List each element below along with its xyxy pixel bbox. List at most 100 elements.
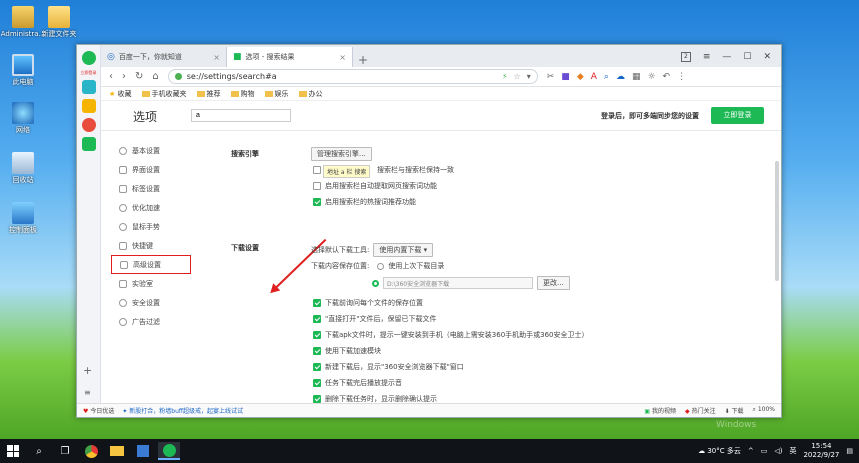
menu-item-interface[interactable]: 界面设置	[111, 160, 191, 179]
checkbox-checked[interactable]	[313, 363, 321, 371]
undo-icon[interactable]: ↶	[663, 72, 671, 82]
desktop-icon-network[interactable]: 网络	[0, 102, 46, 135]
scissors-icon[interactable]: ✂	[547, 72, 555, 82]
start-button[interactable]	[2, 442, 24, 460]
change-path-button[interactable]: 更改...	[537, 276, 570, 290]
download-option-5[interactable]: 任务下载完后播放提示音	[313, 378, 402, 388]
bookmark-shopping[interactable]: 购物	[230, 89, 255, 99]
checkbox-checked[interactable]	[313, 198, 321, 206]
status-hot[interactable]: ◆ 热门关注	[685, 406, 716, 415]
download-option-2[interactable]: 下载apk文件时，提示一键安装到手机（电脑上需安装360手机助手或360安全卫士…	[313, 330, 589, 340]
taskbar-search[interactable]: ⌕	[28, 442, 50, 460]
back-icon[interactable]: ‹	[109, 71, 113, 82]
checkbox-checked[interactable]	[313, 299, 321, 307]
menu-icon[interactable]: ≡	[703, 52, 711, 62]
maximize-icon[interactable]: ☐	[743, 52, 751, 62]
cloud-icon[interactable]: ☁	[616, 72, 625, 82]
search-option-extract[interactable]: 启用搜索栏自动提取网页搜索词功能	[313, 181, 437, 191]
checkbox-checked[interactable]	[313, 331, 321, 339]
menu-item-basic[interactable]: 基本设置	[111, 141, 191, 160]
desktop-icon-recycle-bin[interactable]: 回收站	[0, 152, 46, 185]
tab-baidu[interactable]: ◎ 百度一下，你就知道 ×	[101, 47, 227, 67]
sidebar-app-icon[interactable]	[81, 80, 96, 94]
checkbox[interactable]	[313, 166, 321, 174]
apps-grid-icon[interactable]: ▦	[632, 72, 641, 82]
tab-count-badge[interactable]: 2	[681, 52, 691, 62]
new-tab-button[interactable]: +	[353, 53, 373, 67]
sidebar-green-icon[interactable]	[81, 137, 96, 151]
download-option-1[interactable]: "直接打开"文件后，保留已下载文件	[313, 314, 436, 324]
menu-item-lab[interactable]: 实验室	[111, 274, 191, 293]
download-option-0[interactable]: 下载前询问每个文件的保存位置	[313, 298, 423, 308]
dropdown-icon[interactable]: ▾	[527, 72, 531, 81]
star-icon[interactable]	[81, 99, 96, 113]
taskbar-chrome[interactable]	[80, 442, 102, 460]
url-field[interactable]: se://settings/search#a ⚡ ☆ ▾	[167, 69, 538, 84]
radio-last-dir[interactable]	[377, 262, 385, 270]
checkbox-checked[interactable]	[313, 395, 321, 403]
tab-settings-search[interactable]: ■ 选项 - 搜索结果 ×	[227, 47, 353, 67]
menu-item-adblock[interactable]: 广告过滤	[111, 312, 191, 331]
radio-custom-path[interactable]	[372, 279, 379, 287]
checkbox-checked[interactable]	[313, 315, 321, 323]
download-path-field[interactable]: D:\360安全浏览器下载	[383, 277, 533, 289]
menu-item-security[interactable]: 安全设置	[111, 293, 191, 312]
settings-search-input[interactable]	[191, 109, 291, 122]
sidebar-login-label[interactable]: 立即登录	[77, 70, 100, 75]
menu-item-gestures[interactable]: 鼠标手势	[111, 217, 191, 236]
search-icon[interactable]: ⌕	[604, 72, 609, 82]
bookmark-favorites[interactable]: ★ 收藏	[109, 89, 132, 99]
taskbar-explorer[interactable]	[106, 442, 128, 460]
reload-icon[interactable]: ↻	[135, 71, 143, 82]
login-button[interactable]: 立即登录	[711, 107, 764, 124]
sidebar-add-icon[interactable]: +	[83, 364, 92, 377]
translate-icon[interactable]: A	[591, 72, 597, 82]
shield-icon[interactable]: ◆	[577, 72, 584, 82]
menu-item-shortcuts[interactable]: 快捷键	[111, 236, 191, 255]
home-icon[interactable]: ⌂	[152, 71, 158, 82]
tab-close-icon[interactable]: ×	[213, 53, 220, 62]
close-window-icon[interactable]: ✕	[763, 52, 771, 62]
browser-logo-icon[interactable]	[81, 51, 96, 65]
status-download[interactable]: ⬇ 下载	[725, 406, 744, 415]
checkbox-checked[interactable]	[313, 347, 321, 355]
status-today[interactable]: ♥ 今日优选	[83, 406, 114, 415]
taskbar-360-browser[interactable]	[158, 442, 180, 460]
desktop-icon-this-pc[interactable]: 此电脑	[0, 54, 46, 87]
status-my-videos[interactable]: ▣ 我的视频	[644, 406, 676, 415]
forward-icon[interactable]: ›	[122, 71, 126, 82]
menu-item-tabs[interactable]: 标签设置	[111, 179, 191, 198]
minimize-icon[interactable]: —	[722, 52, 731, 62]
menu-item-optimize[interactable]: 优化加速	[111, 198, 191, 217]
task-view-button[interactable]: ❐	[54, 442, 76, 460]
bookmark-mobile[interactable]: 手机收藏夹	[141, 89, 187, 99]
tray-chevron-icon[interactable]: ^	[748, 447, 754, 455]
lightning-icon[interactable]: ⚡	[502, 72, 508, 81]
bookmark-entertainment[interactable]: 娱乐	[264, 89, 289, 99]
status-news[interactable]: ✦ 新股打合，粉墙buff超级戒，起宴上线试试	[122, 406, 243, 415]
notification-icon[interactable]: ▤	[846, 447, 853, 455]
bookmark-office[interactable]: 办公	[298, 89, 323, 99]
extension-icon[interactable]: ■	[561, 72, 570, 82]
network-icon[interactable]: ▭	[761, 447, 768, 455]
tab-close-icon[interactable]: ×	[339, 53, 346, 62]
clock[interactable]: 15:54 2022/9/27	[803, 442, 839, 460]
sidebar-menu-icon[interactable]: ≡	[84, 388, 91, 397]
download-option-6[interactable]: 删除下载任务时，显示删除确认提示	[313, 394, 437, 403]
input-language[interactable]: 英	[789, 446, 796, 456]
favorite-star-icon[interactable]: ☆	[514, 72, 521, 81]
scrollbar-thumb[interactable]	[775, 161, 779, 281]
volume-icon[interactable]: ◁)	[774, 447, 782, 455]
status-zoom[interactable]: ⌕ 100%	[753, 406, 775, 415]
weibo-icon[interactable]	[81, 118, 96, 132]
search-option-hot-words[interactable]: 启用搜索栏的热搜词推荐功能	[313, 197, 416, 207]
theme-icon[interactable]: ☼	[647, 72, 655, 82]
desktop-icon-new-folder[interactable]: 新建文件夹	[36, 6, 82, 39]
bookmark-recommend[interactable]: 推荐	[196, 89, 221, 99]
manage-search-engine-button[interactable]: 管理搜索引擎...	[311, 147, 372, 161]
download-option-3[interactable]: 使用下载加速模块	[313, 346, 381, 356]
checkbox[interactable]	[313, 182, 321, 190]
download-option-4[interactable]: 新建下载后，显示"360安全浏览器下载"窗口	[313, 362, 464, 372]
more-icon[interactable]: ⋮	[677, 72, 686, 82]
taskbar-store[interactable]	[132, 442, 154, 460]
